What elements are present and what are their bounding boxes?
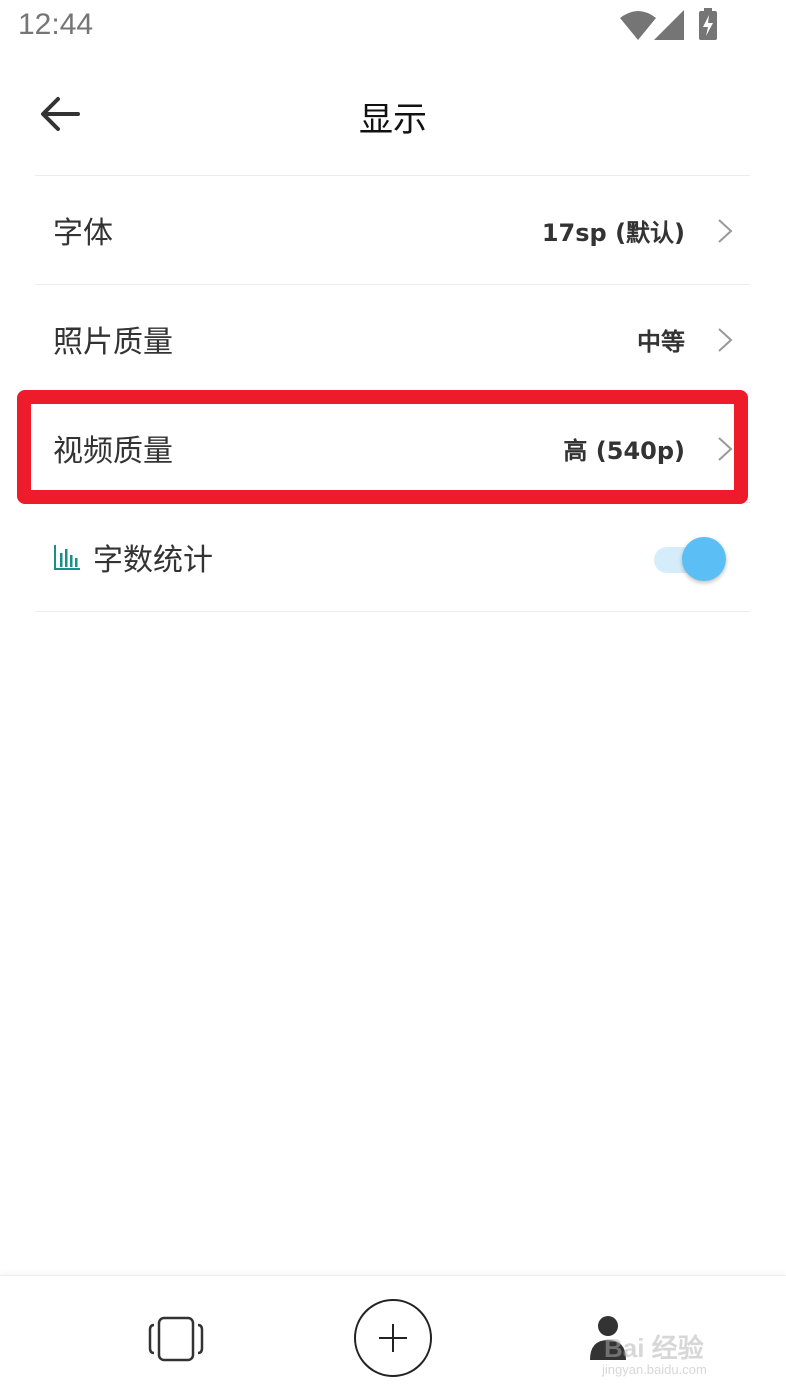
setting-label: 视频质量: [53, 434, 173, 469]
signal-icon: [654, 10, 684, 40]
add-icon: [354, 1299, 432, 1377]
bottom-nav: Bai 经验 jingyan.baidu.com: [0, 1275, 786, 1398]
chevron-right-icon: [718, 328, 733, 352]
nav-cards-button[interactable]: [148, 1316, 204, 1362]
setting-value: 高 (540p): [563, 436, 685, 465]
divider: [35, 611, 750, 612]
chevron-right-icon: [718, 437, 733, 461]
profile-icon: [590, 1316, 626, 1360]
top-bar: 显示: [0, 70, 786, 160]
setting-value: 17sp (默认): [541, 218, 685, 247]
word-count-toggle[interactable]: [654, 537, 726, 581]
cards-icon: [148, 1316, 204, 1362]
setting-label: 照片质量: [53, 325, 173, 360]
page-title: 显示: [359, 100, 427, 140]
battery-charging-icon: [699, 8, 717, 40]
chevron-right-icon: [718, 219, 733, 243]
bar-chart-icon: [54, 545, 80, 570]
watermark-url: jingyan.baidu.com: [602, 1362, 707, 1377]
setting-row-photo-quality[interactable]: 照片质量 中等: [35, 285, 750, 393]
setting-row-video-quality[interactable]: 视频质量 高 (540p): [35, 394, 750, 502]
toggle-knob: [682, 537, 726, 581]
status-bar: 12:44: [0, 0, 786, 56]
setting-row-word-count: 字数统计: [35, 503, 750, 611]
status-time: 12:44: [18, 8, 94, 41]
nav-add-button[interactable]: [353, 1298, 433, 1378]
setting-value: 中等: [637, 327, 685, 356]
wifi-icon: [620, 11, 656, 40]
setting-row-font[interactable]: 字体 17sp (默认): [35, 176, 750, 284]
status-icons: [620, 8, 730, 42]
setting-label: 字数统计: [93, 543, 213, 578]
settings-list: 字体 17sp (默认) 照片质量 中等 视频质量 高 (540p) 字数统计: [35, 175, 750, 612]
setting-label: 字体: [53, 216, 113, 251]
nav-profile-button[interactable]: [588, 1314, 628, 1360]
